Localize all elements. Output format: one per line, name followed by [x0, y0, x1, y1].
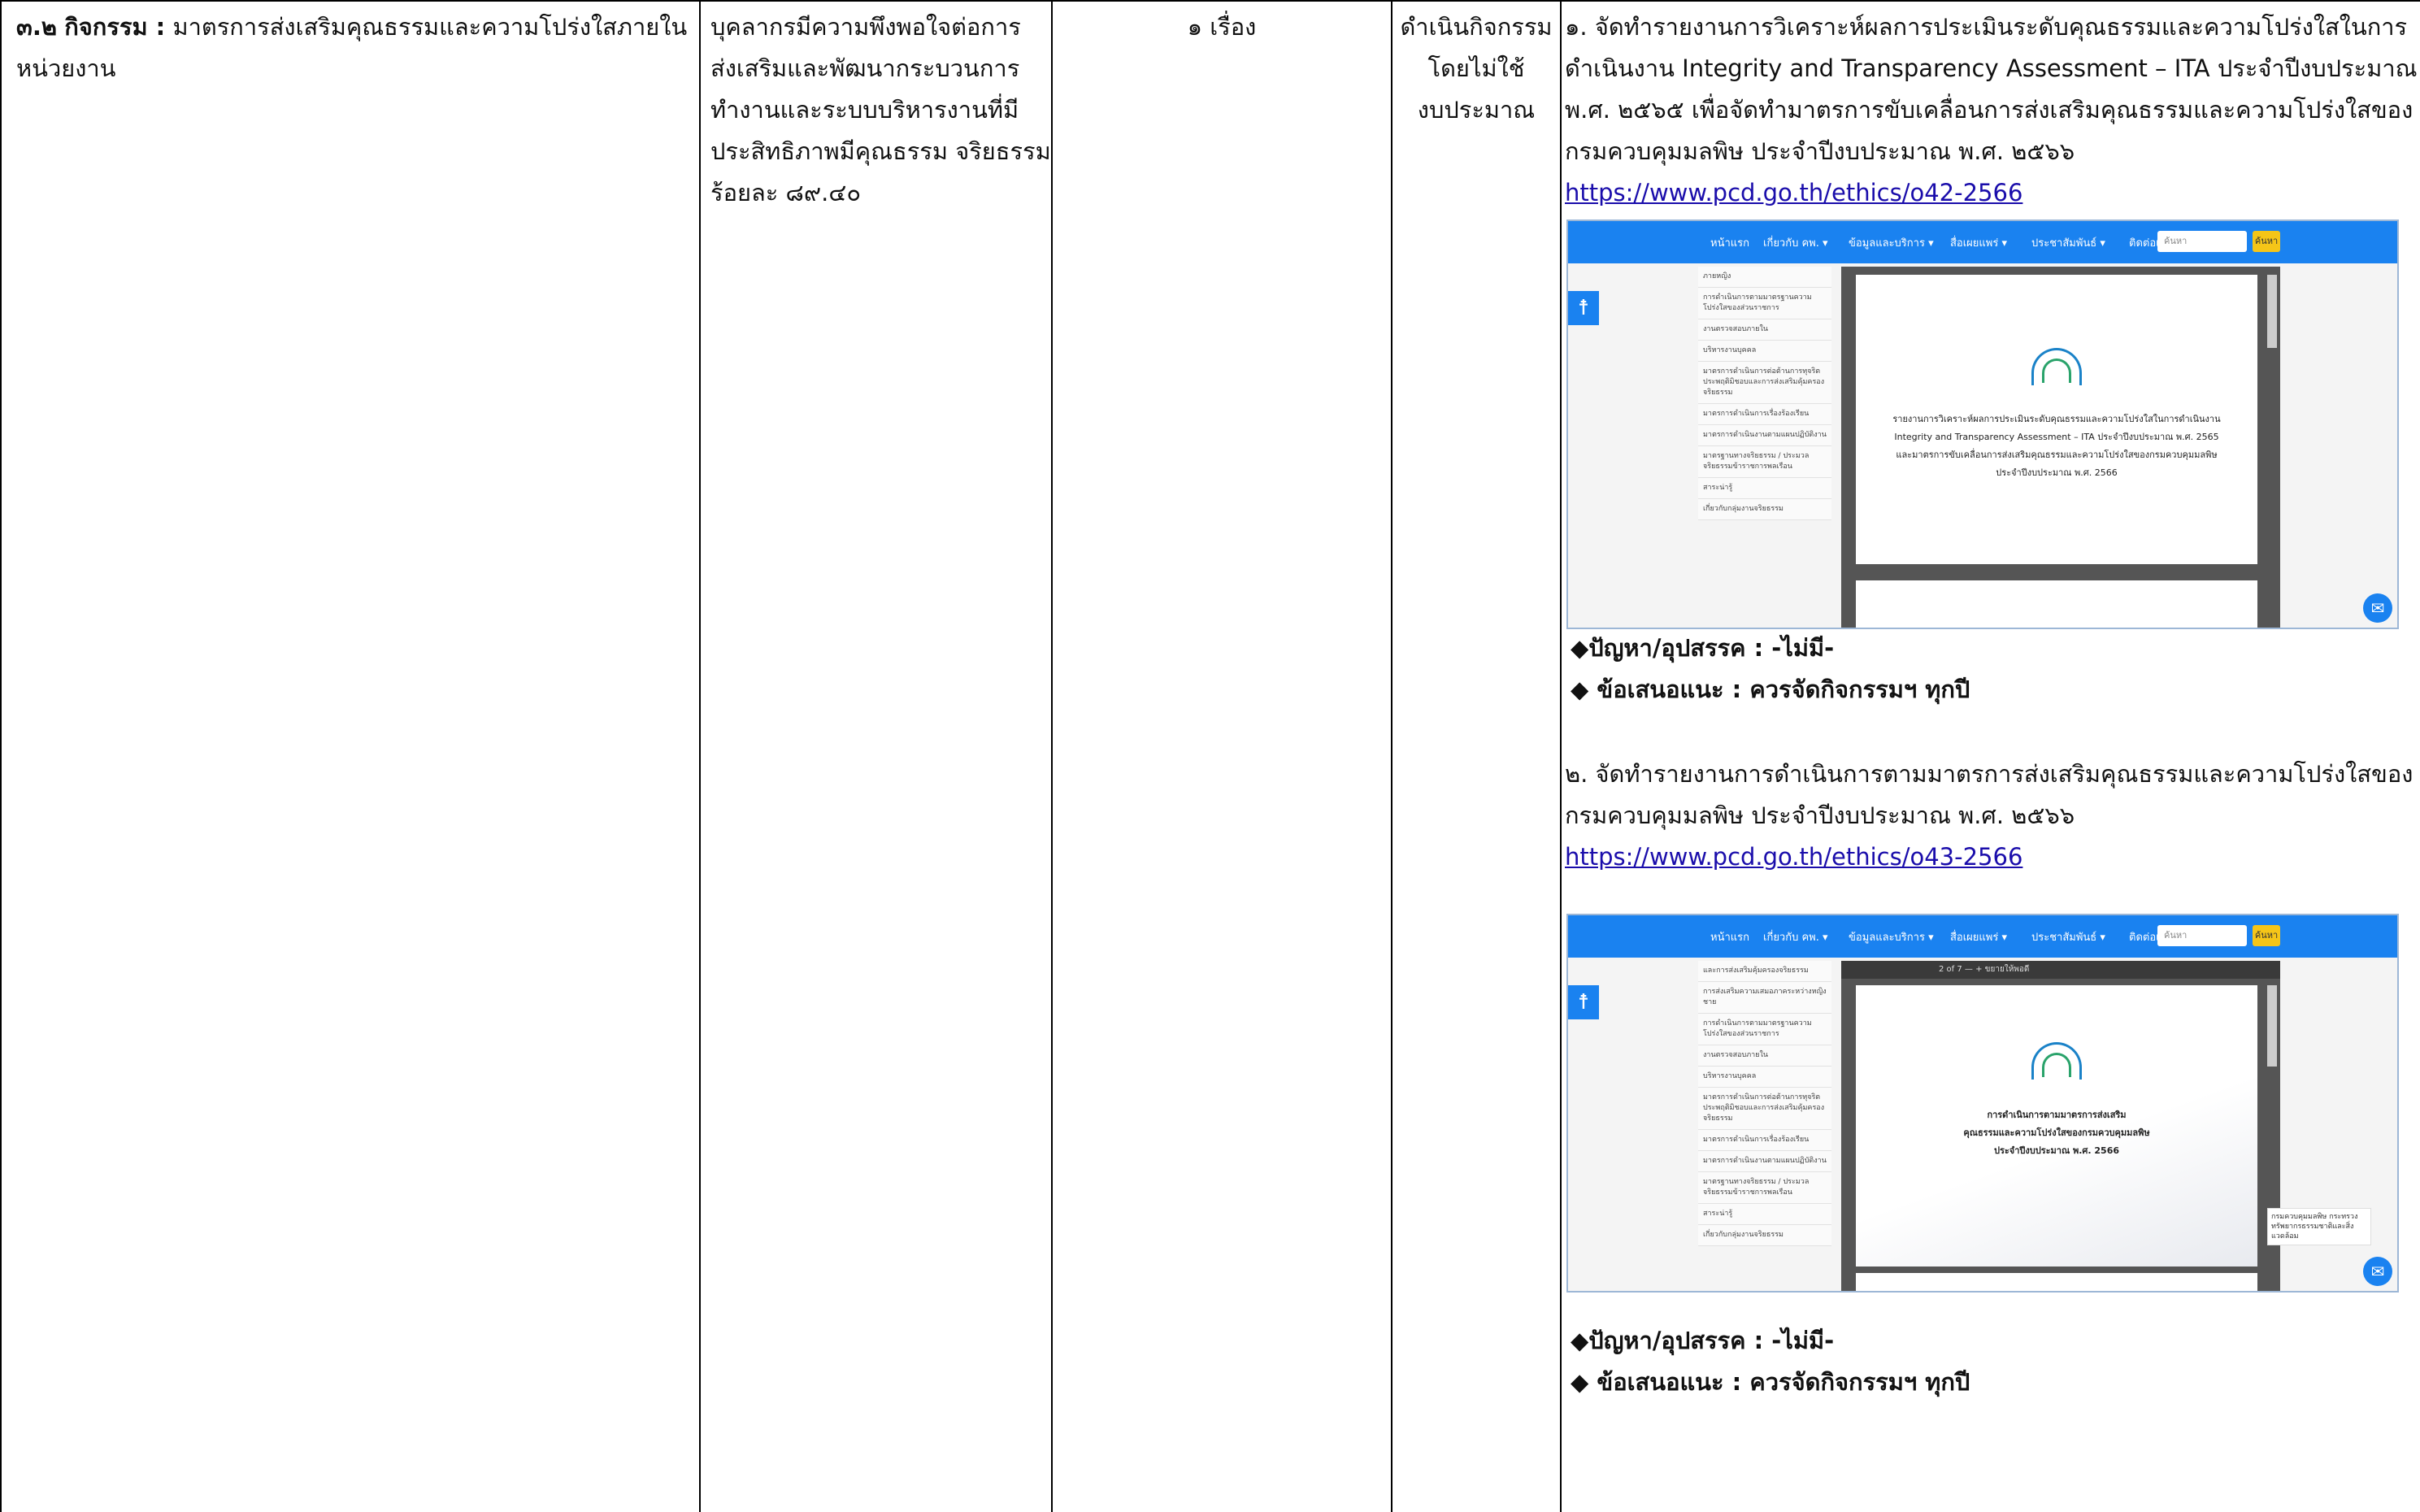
column-divider-4	[1560, 0, 1562, 1512]
indicator-line: ทำงานและระบบบริหารงานที่มี	[710, 96, 1019, 124]
budget-line: ดำเนินกิจกรรม	[1400, 13, 1553, 41]
item1-problem: ◆ปัญหา/อุปสรรค : -ไม่มี-	[1571, 634, 1835, 662]
nav-item: ข้อมูลและบริการ ▾	[1849, 932, 1934, 944]
column-divider-1	[699, 0, 701, 1512]
pdf-page-next	[1856, 1273, 2257, 1291]
site-search-button: ค้นหา	[2253, 231, 2280, 252]
sidebar-item: และการส่งเสริมคุ้มครองจริยธรรม	[1698, 961, 1831, 982]
sidebar-item: มาตรฐานทางจริยธรรม / ประมวลจริยธรรมข้ารา…	[1698, 446, 1831, 478]
sidebar-item: งานตรวจสอบภายใน	[1698, 319, 1831, 341]
target-value: ๑ เรื่อง	[1187, 13, 1257, 41]
sidebar-item: การดำเนินการตามมาตรฐานความโปร่งใสของส่วน…	[1698, 288, 1831, 319]
sidebar-item: สาระน่ารู้	[1698, 478, 1831, 499]
nav-item: ข้อมูลและบริการ ▾	[1849, 237, 1934, 250]
sidebar-item: ภายหญิง	[1698, 267, 1831, 288]
accessibility-icon: ☨	[1568, 985, 1599, 1019]
pdf-title-line: และมาตรการขับเคลื่อนการส่งเสริมคุณธรรมแล…	[1896, 450, 2218, 460]
sidebar-item: มาตรการดำเนินการต่อต้านการทุจริต ประพฤติ…	[1698, 362, 1831, 404]
result-item2-link[interactable]: https://www.pcd.go.th/ethics/o43-2566	[1565, 836, 2022, 878]
table-border-left	[0, 0, 2, 1512]
table-border-top	[0, 0, 2420, 2]
website-screenshot-2: หน้าแรก เกี่ยวกับ คพ. ▾ ข้อมูลและบริการ …	[1566, 914, 2399, 1293]
pcd-logo-icon	[2031, 348, 2082, 385]
sidebar-item: บริหารงานบุคคล	[1698, 1067, 1831, 1088]
pdf-toolbar-text: 2 of 7 — + ขยายให้พอดี	[1939, 965, 2030, 974]
pdf-title-line: รายงานการวิเคราะห์ผลการประเมินระดับคุณธร…	[1892, 414, 2221, 424]
sidebar-item: เกี่ยวกับกลุ่มงานจริยธรรม	[1698, 499, 1831, 520]
nav-item: ประชาสัมพันธ์ ▾	[2031, 932, 2105, 944]
sidebar-item: การส่งเสริมความเสมอภาคระหว่างหญิงชาย	[1698, 982, 1831, 1014]
pdf-title-line: ประจำปีงบประมาณ พ.ศ. 2566	[1993, 1145, 2120, 1156]
pdf-viewer: รายงานการวิเคราะห์ผลการประเมินระดับคุณธร…	[1841, 267, 2280, 628]
pdf-viewer: 2 of 7 — + ขยายให้พอดี การดำเนินการตามมา…	[1841, 961, 2280, 1291]
activity-title: ๓.๒ กิจกรรม : มาตรการส่งเสริมคุณธรรมและค…	[16, 7, 687, 48]
result-item2-line: ๒. จัดทำรายงานการดำเนินการตามมาตรการส่งเ…	[1565, 760, 2413, 788]
item2-problem: ◆ปัญหา/อุปสรรค : -ไม่มี-	[1571, 1327, 1835, 1354]
sidebar-item: บริหารงานบุคคล	[1698, 341, 1831, 362]
result-item1-line: ๑. จัดทำรายงานการวิเคราะห์ผลการประเมินระ…	[1565, 13, 2408, 41]
site-search-input: ค้นหา	[2157, 231, 2247, 252]
nav-item: สื่อเผยแพร่ ▾	[1950, 237, 2008, 250]
activity-description: มาตรการส่งเสริมคุณธรรมและความโปร่งใสภายใ…	[165, 13, 688, 41]
pdf-toolbar: 2 of 7 — + ขยายให้พอดี	[1841, 961, 2280, 979]
result-item2-line: กรมควบคุมมลพิษ ประจำปีงบประมาณ พ.ศ. ๒๕๖๖	[1565, 802, 2075, 829]
pdf-title-line: คุณธรรมและความโปร่งใสของกรมควบคุมมลพิษ	[1963, 1127, 2150, 1138]
nav-item: หน้าแรก	[1710, 932, 1749, 944]
activity-code: ๓.๒	[16, 13, 57, 41]
result-item1-link[interactable]: https://www.pcd.go.th/ethics/o42-2566	[1565, 172, 2022, 214]
site-search-input: ค้นหา	[2157, 925, 2247, 946]
site-search-button: ค้นหา	[2253, 925, 2280, 946]
column-divider-3	[1391, 0, 1392, 1512]
item1-suggestion: ◆ ข้อเสนอแนะ : ควรจัดกิจกรรมฯ ทุกปี	[1571, 676, 1970, 703]
sidebar-item: มาตรฐานทางจริยธรรม / ประมวลจริยธรรมข้ารา…	[1698, 1172, 1831, 1204]
sidebar-item: มาตรการดำเนินงานตามแผนปฏิบัติงาน	[1698, 425, 1831, 446]
indicator-line: บุคลากรมีความพึงพอใจต่อการ	[710, 13, 1021, 41]
site-nav-bar: หน้าแรก เกี่ยวกับ คพ. ▾ ข้อมูลและบริการ …	[1568, 221, 2397, 263]
nav-item: สื่อเผยแพร่ ▾	[1950, 932, 2008, 944]
activity-label: กิจกรรม :	[64, 13, 166, 41]
site-sidebar: และการส่งเสริมคุ้มครองจริยธรรม การส่งเสร…	[1698, 961, 1831, 1246]
indicator-line: ประสิทธิภาพมีคุณธรรม จริยธรรม	[710, 137, 1051, 165]
indicator-line: ส่งเสริมและพัฒนากระบวนการ	[710, 54, 1020, 82]
pdf-page: การดำเนินการตามมาตรการส่งเสริม คุณธรรมแล…	[1856, 985, 2257, 1267]
sidebar-item: สาระน่ารู้	[1698, 1204, 1831, 1225]
pdf-page: รายงานการวิเคราะห์ผลการประเมินระดับคุณธร…	[1856, 275, 2257, 564]
site-nav-bar: หน้าแรก เกี่ยวกับ คพ. ▾ ข้อมูลและบริการ …	[1568, 915, 2397, 958]
nav-item: หน้าแรก	[1710, 237, 1749, 250]
pdf-title-line: Integrity and Transparency Assessment – …	[1894, 432, 2219, 442]
messenger-icon: ✉	[2363, 1257, 2392, 1286]
result-item1-line: พ.ศ. ๒๕๖๕ เพื่อจัดทำมาตรการขับเคลื่อนการ…	[1565, 96, 2413, 124]
sidebar-item: เกี่ยวกับกลุ่มงานจริยธรรม	[1698, 1225, 1831, 1246]
pcd-logo-icon	[2031, 1042, 2082, 1080]
sidebar-item: มาตรการดำเนินการเรื่องร้องเรียน	[1698, 1130, 1831, 1151]
sidebar-item: มาตรการดำเนินการเรื่องร้องเรียน	[1698, 404, 1831, 425]
result-item1-line: ดำเนินงาน Integrity and Transparency Ass…	[1565, 54, 2418, 82]
site-popup: กรมควบคุมมลพิษ กระทรวงทรัพยากรธรรมชาติแล…	[2267, 1208, 2371, 1245]
budget-line: งบประมาณ	[1417, 96, 1536, 124]
site-sidebar: ภายหญิง การดำเนินการตามมาตรฐานความโปร่งใ…	[1698, 267, 1831, 520]
website-screenshot-1: หน้าแรก เกี่ยวกับ คพ. ▾ ข้อมูลและบริการ …	[1566, 219, 2399, 629]
item2-suggestion: ◆ ข้อเสนอแนะ : ควรจัดกิจกรรมฯ ทุกปี	[1571, 1368, 1970, 1396]
nav-item: เกี่ยวกับ คพ. ▾	[1763, 237, 1828, 250]
accessibility-icon: ☨	[1568, 291, 1599, 325]
budget-line: โดยไม่ใช้	[1427, 54, 1525, 82]
pdf-title-line: ประจำปีงบประมาณ พ.ศ. 2566	[1996, 467, 2118, 478]
sidebar-item: งานตรวจสอบภายใน	[1698, 1045, 1831, 1067]
nav-item: ประชาสัมพันธ์ ▾	[2031, 237, 2105, 250]
messenger-icon: ✉	[2363, 593, 2392, 623]
pdf-page-next	[1856, 580, 2257, 628]
pdf-scrollbar	[2267, 985, 2277, 1067]
pdf-title-line: การดำเนินการตามมาตรการส่งเสริม	[1987, 1110, 2127, 1120]
indicator-line: ร้อยละ ๘๙.๔๐	[710, 179, 862, 206]
column-divider-2	[1051, 0, 1053, 1512]
sidebar-item: มาตรการดำเนินการต่อต้านการทุจริต ประพฤติ…	[1698, 1088, 1831, 1130]
sidebar-item: การดำเนินการตามมาตรฐานความโปร่งใสของส่วน…	[1698, 1014, 1831, 1045]
result-item1-line: กรมควบคุมมลพิษ ประจำปีงบประมาณ พ.ศ. ๒๕๖๖	[1565, 137, 2075, 165]
activity-description-cont: หน่วยงาน	[16, 54, 116, 82]
sidebar-item: มาตรการดำเนินงานตามแผนปฏิบัติงาน	[1698, 1151, 1831, 1172]
nav-item: เกี่ยวกับ คพ. ▾	[1763, 932, 1828, 944]
pdf-scrollbar	[2267, 275, 2277, 348]
